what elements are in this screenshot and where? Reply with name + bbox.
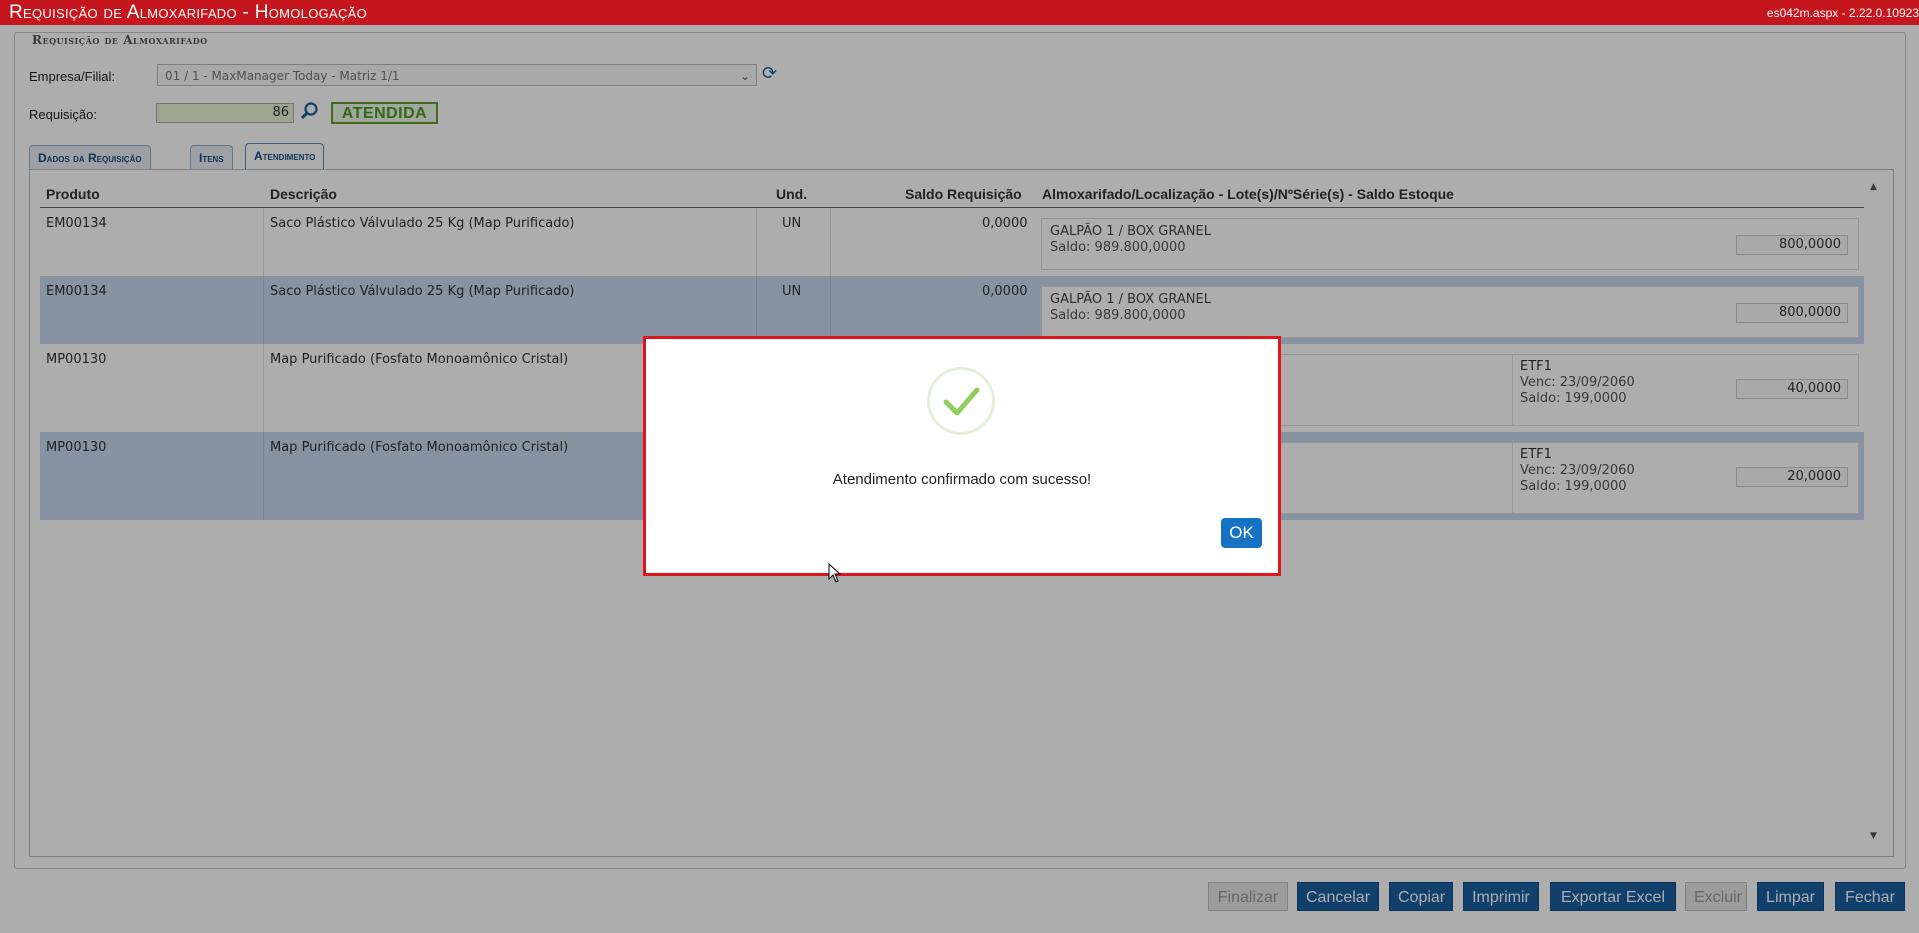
check-icon: [927, 367, 995, 435]
title-bar: Requisição de Almoxarifado - Homologação…: [0, 0, 1919, 25]
version-label: es042m.aspx - 2.22.0.10923: [1766, 6, 1919, 20]
success-dialog: Atendimento confirmado com sucesso! OK: [643, 336, 1281, 576]
dialog-message: Atendimento confirmado com sucesso!: [832, 471, 1092, 488]
ok-button[interactable]: OK: [1221, 518, 1262, 548]
mouse-cursor-icon: [828, 562, 842, 587]
window-title: Requisição de Almoxarifado - Homologação: [9, 2, 368, 23]
